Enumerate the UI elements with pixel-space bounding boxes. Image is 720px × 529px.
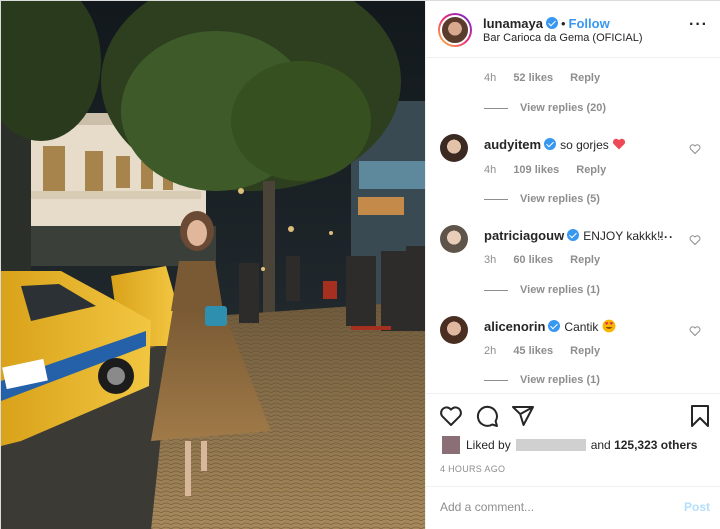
comment-likes[interactable]: 60 likes: [513, 254, 553, 266]
liker-avatar[interactable]: [442, 436, 460, 454]
comment-time: 3h: [484, 254, 497, 266]
author-avatar[interactable]: [440, 15, 470, 45]
likes-count-link[interactable]: 125,323 others: [614, 438, 697, 452]
comment-list[interactable]: 4h 52 likes Reply View replies (20) audy…: [426, 58, 720, 393]
reply-button[interactable]: Reply: [570, 254, 600, 266]
view-replies-label: View replies (1): [520, 284, 600, 296]
photo-scene: [1, 1, 425, 529]
post-timestamp[interactable]: 4 HOURS AGO: [440, 464, 505, 474]
liker-name-redacted[interactable]: [515, 439, 586, 451]
replies-divider: [484, 198, 508, 200]
commenter-username[interactable]: patriciagouw: [484, 228, 564, 243]
commenter-username[interactable]: audyitem: [484, 137, 541, 152]
comment-body: ENJOY kakkk!!: [583, 229, 664, 243]
comment-item: alicenorin Cantik: [484, 319, 616, 334]
comment-likes[interactable]: 52 likes: [513, 72, 553, 84]
reply-button[interactable]: Reply: [570, 72, 600, 84]
comment-body: Cantik: [564, 320, 599, 334]
comment-icon[interactable]: [475, 404, 499, 428]
save-bookmark-icon[interactable]: [688, 404, 712, 428]
view-replies-button[interactable]: View replies (1): [484, 284, 600, 296]
view-replies-label: View replies (20): [520, 102, 607, 114]
comment-item: patriciagouw ENJOY kakkk!!: [484, 228, 664, 243]
heart-eyes-emoji: [602, 319, 616, 333]
verified-badge-icon: [548, 320, 561, 332]
post-photo[interactable]: [1, 1, 425, 529]
share-icon[interactable]: [511, 404, 535, 428]
comment-time: 4h: [484, 164, 497, 176]
view-replies-button[interactable]: View replies (1): [484, 374, 600, 386]
separator-dot: •: [560, 16, 566, 31]
comment-time: 4h: [484, 72, 497, 84]
view-replies-label: View replies (5): [520, 193, 600, 205]
view-replies-button[interactable]: View replies (20): [484, 102, 606, 114]
like-icon[interactable]: [439, 404, 463, 428]
post-header: lunamaya • Follow Bar Carioca da Gema (OFI…: [426, 1, 720, 58]
liked-by-summary: Liked by and 125,323 others: [442, 436, 697, 454]
more-options-icon[interactable]: ···: [689, 17, 708, 33]
comment-meta: 4h 109 likes Reply: [484, 164, 620, 176]
author-username[interactable]: lunamaya: [483, 16, 543, 31]
replies-divider: [484, 289, 508, 291]
comment-meta: 3h 60 likes Reply: [484, 254, 614, 266]
comment-options-icon[interactable]: ···: [659, 230, 674, 244]
replies-divider: [484, 107, 508, 109]
comment-meta: 4h 52 likes Reply: [484, 72, 614, 84]
commenter-username[interactable]: alicenorin: [484, 319, 545, 334]
comment-body: so gorjes: [560, 138, 609, 152]
follow-button[interactable]: Follow: [569, 16, 610, 31]
comment-likes[interactable]: 45 likes: [513, 345, 553, 357]
verified-badge-icon: [544, 138, 557, 150]
commenter-avatar[interactable]: [440, 134, 468, 162]
like-comment-icon[interactable]: [689, 143, 701, 155]
comment-item: audyitem so gorjes: [484, 137, 626, 152]
comment-likes[interactable]: 109 likes: [513, 164, 559, 176]
post-comment-button[interactable]: Post: [684, 500, 710, 514]
replies-divider: [484, 379, 508, 381]
like-comment-icon[interactable]: [689, 325, 701, 337]
commenter-avatar[interactable]: [440, 225, 468, 253]
comment-meta: 2h 45 likes Reply: [484, 345, 614, 357]
liked-by-prefix: Liked by: [466, 438, 511, 452]
like-comment-icon[interactable]: [689, 234, 701, 246]
instagram-post: lunamaya • Follow Bar Carioca da Gema (OFI…: [0, 0, 720, 529]
comments-panel: lunamaya • Follow Bar Carioca da Gema (OFI…: [425, 1, 720, 529]
add-comment-bar: Post: [426, 486, 720, 529]
heart-emoji: [613, 138, 626, 150]
view-replies-label: View replies (1): [520, 374, 600, 386]
post-actions: Liked by and 125,323 others 4 HOURS AGO …: [426, 393, 720, 529]
reply-button[interactable]: Reply: [570, 345, 600, 357]
commenter-avatar[interactable]: [440, 316, 468, 344]
view-replies-button[interactable]: View replies (5): [484, 193, 600, 205]
reply-button[interactable]: Reply: [576, 164, 606, 176]
header-title-line: lunamaya • Follow: [483, 16, 610, 31]
add-comment-input[interactable]: [440, 500, 660, 514]
verified-badge-icon: [545, 17, 558, 29]
comment-time: 2h: [484, 345, 497, 357]
liked-by-and: and: [590, 438, 611, 452]
verified-badge-icon: [567, 229, 580, 241]
post-location[interactable]: Bar Carioca da Gema (OFICIAL): [483, 32, 643, 44]
